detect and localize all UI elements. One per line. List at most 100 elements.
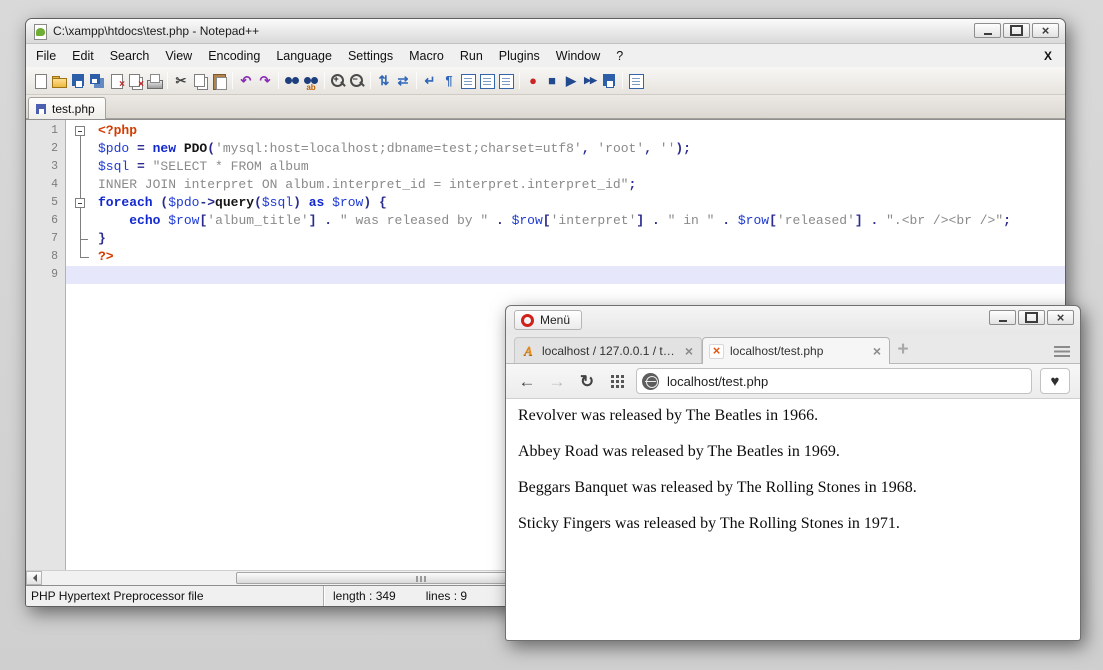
close-button[interactable] — [1047, 310, 1074, 325]
close-all-icon[interactable]: × — [126, 72, 144, 90]
plugin-mime-tools-icon[interactable] — [627, 72, 645, 90]
status-length: length : 349 — [333, 589, 396, 603]
menu-window[interactable]: Window — [548, 46, 608, 66]
notepadpp-icon — [32, 24, 47, 39]
site-globe-icon[interactable] — [642, 373, 659, 390]
toolbar-separator — [232, 72, 233, 89]
code-text[interactable]: INNER JOIN interpret ON album.interpret_… — [96, 176, 1065, 194]
minimize-button[interactable] — [974, 23, 1001, 38]
code-segment: INNER JOIN interpret ON album.interpret_… — [98, 177, 629, 192]
code-text[interactable]: echo $row['album_title'] . " was release… — [96, 212, 1065, 230]
code-text[interactable]: $pdo = new PDO('mysql:host=localhost;dbn… — [96, 140, 1065, 158]
opera-title-bar[interactable]: Menü — [506, 306, 1080, 334]
close-icon[interactable]: × — [107, 72, 125, 90]
speed-dial-icon[interactable] — [606, 371, 628, 391]
code-segment: = — [129, 159, 152, 174]
code-segment: ?> — [98, 249, 114, 264]
tab-menu-icon[interactable] — [1054, 346, 1070, 357]
code-text[interactable]: foreach ($pdo->query($sql) as $row) { — [96, 194, 1065, 212]
code-text[interactable] — [96, 266, 1065, 284]
zoom-in-icon[interactable]: + — [329, 72, 347, 90]
undo-icon[interactable]: ↶ — [237, 72, 255, 90]
xampp-favicon — [709, 344, 724, 359]
browser-tab-inactive[interactable]: localhost / 127.0.0.1 / test× — [514, 337, 702, 363]
sync-horizontal-scrolling-icon[interactable]: ⇄ — [394, 72, 412, 90]
start-recording-icon[interactable]: ● — [524, 72, 542, 90]
show-indent-guide-icon[interactable] — [459, 72, 477, 90]
back-button[interactable]: ← — [516, 373, 538, 390]
save-icon[interactable] — [69, 72, 87, 90]
save-all-icon[interactable] — [88, 72, 106, 90]
run-macro-multiple-times-icon[interactable]: ▶▶ — [581, 72, 599, 90]
menu-help[interactable]: ? — [608, 46, 631, 66]
fold-toggle-icon[interactable] — [75, 126, 85, 136]
scroll-left-arrow[interactable] — [26, 571, 42, 585]
open-file-icon[interactable] — [50, 72, 68, 90]
new-file-icon[interactable] — [31, 72, 49, 90]
code-segment: as — [309, 195, 325, 210]
tab-close-icon[interactable]: × — [683, 343, 695, 359]
code-line — [66, 266, 1065, 284]
code-line: } — [66, 230, 1065, 248]
menu-search[interactable]: Search — [102, 46, 158, 66]
print-icon[interactable] — [145, 72, 163, 90]
reload-button[interactable]: ↻ — [576, 373, 598, 390]
cut-icon[interactable]: ✂ — [172, 72, 190, 90]
paste-icon[interactable] — [210, 72, 228, 90]
code-text[interactable]: $sql = "SELECT * FROM album — [96, 158, 1065, 176]
page-content: Revolver was released by The Beatles in … — [506, 399, 1080, 640]
show-all-characters-icon[interactable]: ¶ — [440, 72, 458, 90]
code-segment: ( — [207, 141, 215, 156]
playback-macro-icon[interactable]: ▶ — [562, 72, 580, 90]
code-text[interactable]: ?> — [96, 248, 1065, 266]
code-segment: 'mysql:host=localhost;dbname=test;charse… — [215, 141, 582, 156]
line-number-gutter[interactable]: 123456789 — [26, 120, 66, 570]
menu-edit[interactable]: Edit — [64, 46, 102, 66]
replace-icon[interactable]: ab — [302, 72, 320, 90]
code-segment — [98, 213, 129, 228]
code-segment: $sql — [98, 159, 129, 174]
address-bar[interactable]: localhost/test.php — [636, 368, 1032, 394]
notepad-title-bar[interactable]: C:\xampp\htdocs\test.php - Notepad++ — [26, 19, 1065, 44]
phpmyadmin-favicon — [521, 343, 536, 358]
browser-tab-active[interactable]: localhost/test.php × — [702, 337, 890, 364]
document-map-icon[interactable] — [478, 72, 496, 90]
tab-close-icon[interactable]: × — [871, 343, 883, 359]
save-recorded-macro-icon[interactable] — [600, 72, 618, 90]
maximize-button[interactable] — [1003, 23, 1030, 38]
menu-settings[interactable]: Settings — [340, 46, 401, 66]
code-segment: $pdo — [168, 195, 199, 210]
fold-margin-cell — [66, 212, 96, 230]
toolbar-separator — [370, 72, 371, 89]
menu-macro[interactable]: Macro — [401, 46, 452, 66]
menu-language[interactable]: Language — [268, 46, 340, 66]
stop-recording-icon[interactable]: ■ — [543, 72, 561, 90]
menu-encoding[interactable]: Encoding — [200, 46, 268, 66]
code-text[interactable]: } — [96, 230, 1065, 248]
copy-icon[interactable] — [191, 72, 209, 90]
toolbar: ××✂↶↷ab+−⇅⇄↵¶●■▶▶▶ — [26, 67, 1065, 95]
opera-menu-button[interactable]: Menü — [514, 310, 582, 330]
menu-view[interactable]: View — [157, 46, 200, 66]
sync-vertical-scrolling-icon[interactable]: ⇅ — [375, 72, 393, 90]
close-button[interactable] — [1032, 23, 1059, 38]
redo-icon[interactable]: ↷ — [256, 72, 274, 90]
document-tab-testphp[interactable]: test.php — [28, 97, 106, 119]
menu-run[interactable]: Run — [452, 46, 491, 66]
maximize-button[interactable] — [1018, 310, 1045, 325]
forward-button[interactable]: → — [546, 373, 568, 390]
fold-margin-cell — [66, 158, 96, 176]
minimize-button[interactable] — [989, 310, 1016, 325]
new-tab-button[interactable]: + — [890, 337, 916, 363]
fold-toggle-icon[interactable] — [75, 198, 85, 208]
menu-close-x[interactable]: X — [1033, 49, 1063, 63]
menu-plugins[interactable]: Plugins — [491, 46, 548, 66]
tab-label: localhost/test.php — [730, 344, 865, 358]
code-text[interactable]: <?php — [96, 122, 1065, 140]
menu-file[interactable]: File — [28, 46, 64, 66]
word-wrap-icon[interactable]: ↵ — [421, 72, 439, 90]
function-list-icon[interactable] — [497, 72, 515, 90]
zoom-out-icon[interactable]: − — [348, 72, 366, 90]
bookmark-heart-button[interactable]: ♥ — [1040, 368, 1070, 394]
find-icon[interactable] — [283, 72, 301, 90]
